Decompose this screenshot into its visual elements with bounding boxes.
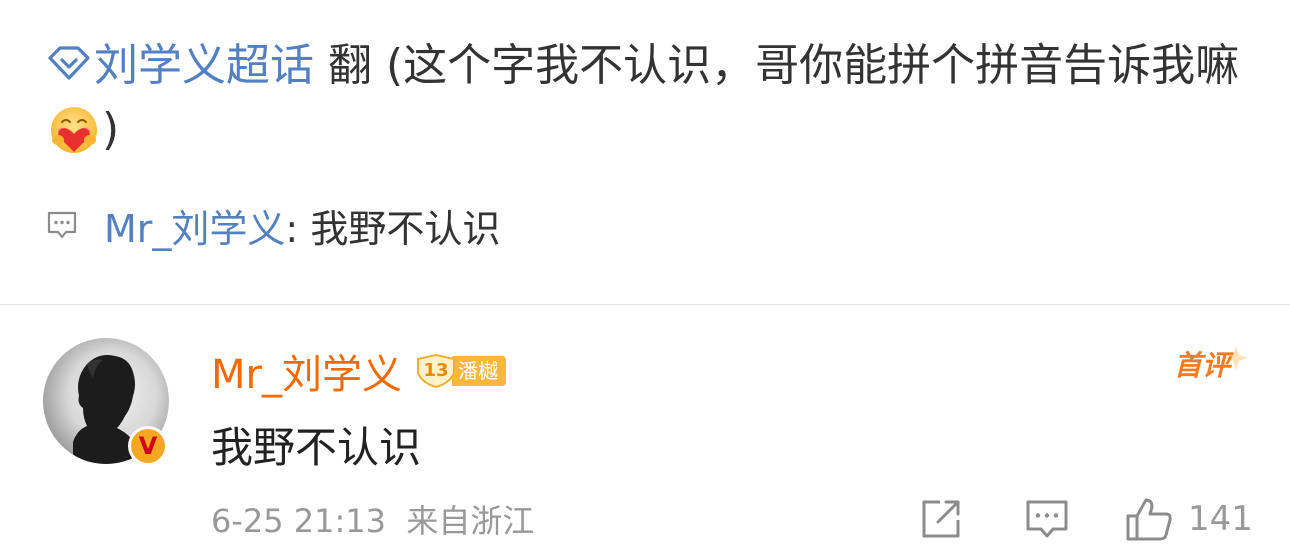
share-icon bbox=[922, 500, 960, 538]
post-body-end: ) bbox=[102, 104, 120, 155]
comment-location: 来自浙江 bbox=[406, 502, 535, 540]
comment-meta: 6-25 21:13 来自浙江 bbox=[211, 496, 534, 542]
like-button[interactable]: 141 bbox=[1124, 496, 1253, 542]
reply-preview[interactable]: Mr_刘学义: 我野不认识 bbox=[46, 198, 500, 253]
first-comment-label: 首评 bbox=[1174, 349, 1231, 382]
verified-badge: V bbox=[128, 426, 168, 466]
comment-header: Mr_刘学义 13 潘樾 bbox=[211, 344, 506, 398]
fan-group-name: 潘樾 bbox=[451, 356, 506, 386]
verified-v-icon: V bbox=[131, 429, 165, 463]
divider bbox=[0, 304, 1290, 305]
hug-heart-emoji-icon bbox=[51, 107, 97, 153]
reply-author-link[interactable]: Mr_刘学义 bbox=[104, 207, 285, 251]
post-body: 翻 (这个字我不认识，哥你能拼个拼音告诉我嘛 bbox=[314, 40, 1240, 91]
reply-message: 我野不认识 bbox=[310, 206, 501, 251]
topic-label[interactable]: 刘学义超话 bbox=[94, 40, 314, 91]
comment-text: 我野不认识 bbox=[211, 423, 422, 472]
fan-badge[interactable]: 13 潘樾 bbox=[416, 353, 506, 389]
reply-preview-text: Mr_刘学义: 我野不认识 bbox=[104, 198, 500, 253]
thumbs-up-icon bbox=[1126, 498, 1172, 541]
comment-icon bbox=[1026, 500, 1068, 538]
reply-separator: : bbox=[285, 206, 311, 251]
share-button[interactable] bbox=[918, 496, 964, 542]
comment-time: 21:13 bbox=[293, 502, 387, 540]
fan-level-number: 13 bbox=[423, 360, 449, 381]
comment-button[interactable] bbox=[1024, 496, 1070, 542]
post-text: 刘学义超话 翻 (这个字我不认识，哥你能拼个拼音告诉我嘛) bbox=[46, 34, 1256, 162]
supertopic-diamond-icon bbox=[48, 46, 90, 80]
first-comment-tag: 首评 bbox=[1170, 344, 1250, 384]
fan-level-shield-icon: 13 bbox=[416, 353, 456, 389]
comment-bubble-icon bbox=[47, 211, 77, 239]
comment-username[interactable]: Mr_刘学义 bbox=[211, 342, 402, 400]
post-content: 刘学义超话 翻 (这个字我不认识，哥你能拼个拼音告诉我嘛) bbox=[46, 34, 1256, 162]
like-count: 141 bbox=[1188, 499, 1253, 539]
topic-link[interactable]: 刘学义超话 bbox=[46, 40, 314, 91]
comment-date: 6-25 bbox=[211, 502, 284, 540]
